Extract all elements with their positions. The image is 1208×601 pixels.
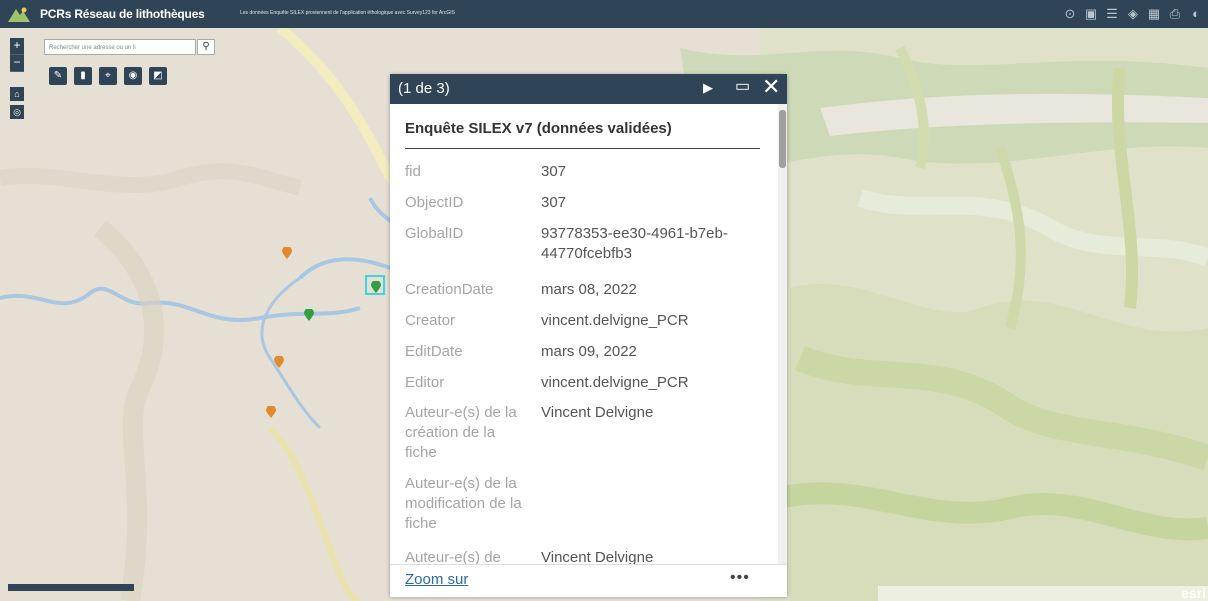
attribute-value: mars 09, 2022 [541, 343, 637, 360]
maximize-icon[interactable]: ▭ [735, 79, 751, 95]
map-attribution [878, 586, 1208, 601]
close-icon[interactable]: ✕ [762, 76, 780, 98]
attribute-value: 93778353-ee30-4961-b7eb-44770fcebfb3 [541, 225, 728, 262]
map-marker-green[interactable] [304, 309, 314, 321]
home-button[interactable]: ⌂ [10, 87, 24, 101]
app-header: PCRs Réseau de lithothèques Les données … [0, 0, 1208, 28]
header-toolbar: ⊙ ▣ ☰ ◈ ▦ ⎙ ◐ [1062, 6, 1204, 22]
app-subtitle: Les données Enquête SILEX proviennent de… [240, 10, 455, 16]
app-logo-icon [8, 7, 30, 22]
measure-icon[interactable]: ⌖ [99, 67, 117, 85]
scale-bar [8, 584, 134, 591]
attribute-value: Vincent Delvigne [541, 404, 654, 421]
attribute-label: Creator [405, 312, 456, 329]
search-icon[interactable]: ⚲ [197, 39, 215, 55]
widget-toolbar: ✎ ▮ ⌖ ◉ ◩ [49, 67, 167, 85]
zoom-control: + − [10, 38, 24, 72]
share-icon[interactable]: ◉ [124, 67, 142, 85]
attribute-value: vincent.delvigne_PCR [541, 312, 689, 329]
search-input[interactable]: Rechercher une adresse ou un li [44, 39, 196, 55]
edit-icon[interactable]: ◩ [149, 67, 167, 85]
app-title: PCRs Réseau de lithothèques [40, 7, 205, 21]
gallery-icon[interactable]: ▦ [1146, 6, 1162, 22]
zoom-in-button[interactable]: + [10, 38, 24, 55]
popup-title: Enquête SILEX v7 (données validées) [405, 120, 672, 137]
esri-logo: esri [1181, 585, 1206, 601]
more-options-button[interactable]: ••• [730, 569, 750, 587]
popup-content: Enquête SILEX v7 (données validées) fid … [390, 104, 778, 564]
attribute-value: mars 08, 2022 [541, 281, 637, 298]
info-icon[interactable]: ◐ [1188, 6, 1204, 22]
divider [405, 148, 760, 149]
layer-list-icon[interactable]: ☰ [1104, 6, 1120, 22]
attribute-label: EditDate [405, 343, 463, 360]
attribute-value: 307 [541, 163, 567, 180]
attribute-value: vincent.delvigne_PCR [541, 374, 689, 391]
zoom-out-button[interactable]: − [10, 55, 24, 72]
attribute-label: CreationDate [405, 281, 494, 298]
bookmark-icon[interactable]: ▮ [74, 67, 92, 85]
attribute-label: ObjectID [405, 194, 464, 211]
legend-icon[interactable]: ▣ [1083, 6, 1099, 22]
scrollbar-thumb[interactable] [779, 110, 786, 168]
attribute-value: Vincent Delvigne [541, 549, 654, 564]
next-feature-icon[interactable]: ▶ [703, 80, 717, 96]
zoom-to-link[interactable]: Zoom sur [405, 571, 468, 588]
attribute-value: 307 [541, 194, 567, 211]
time-icon[interactable]: ⊙ [1062, 6, 1078, 22]
attribute-label: Auteur-e(s) de [405, 549, 501, 564]
map-marker-orange[interactable] [282, 247, 292, 259]
draw-icon[interactable]: ✎ [49, 67, 67, 85]
locate-button[interactable]: ◎ [10, 105, 24, 119]
map-marker-orange[interactable] [274, 356, 284, 368]
attribute-label: Auteur-e(s) de la modification de la fic… [405, 475, 522, 532]
map-marker-orange[interactable] [266, 406, 276, 418]
attribute-label: GlobalID [405, 225, 464, 242]
popup-footer: Zoom sur ••• [390, 564, 787, 597]
attribute-label: fid [405, 163, 421, 180]
popup-header: (1 de 3) ▶ ▭ ✕ [390, 74, 787, 104]
map-marker-selected[interactable] [371, 281, 381, 293]
popup-feature-count: (1 de 3) [398, 80, 450, 97]
feature-popup: (1 de 3) ▶ ▭ ✕ Enquête SILEX v7 (données… [390, 74, 787, 597]
vertical-scrollbar[interactable] [778, 104, 787, 564]
attribute-label: Auteur-e(s) de la création de la fiche [405, 404, 517, 461]
basemap-icon[interactable]: ◈ [1125, 6, 1141, 22]
print-icon[interactable]: ⎙ [1167, 6, 1183, 22]
attribute-label: Editor [405, 374, 445, 391]
